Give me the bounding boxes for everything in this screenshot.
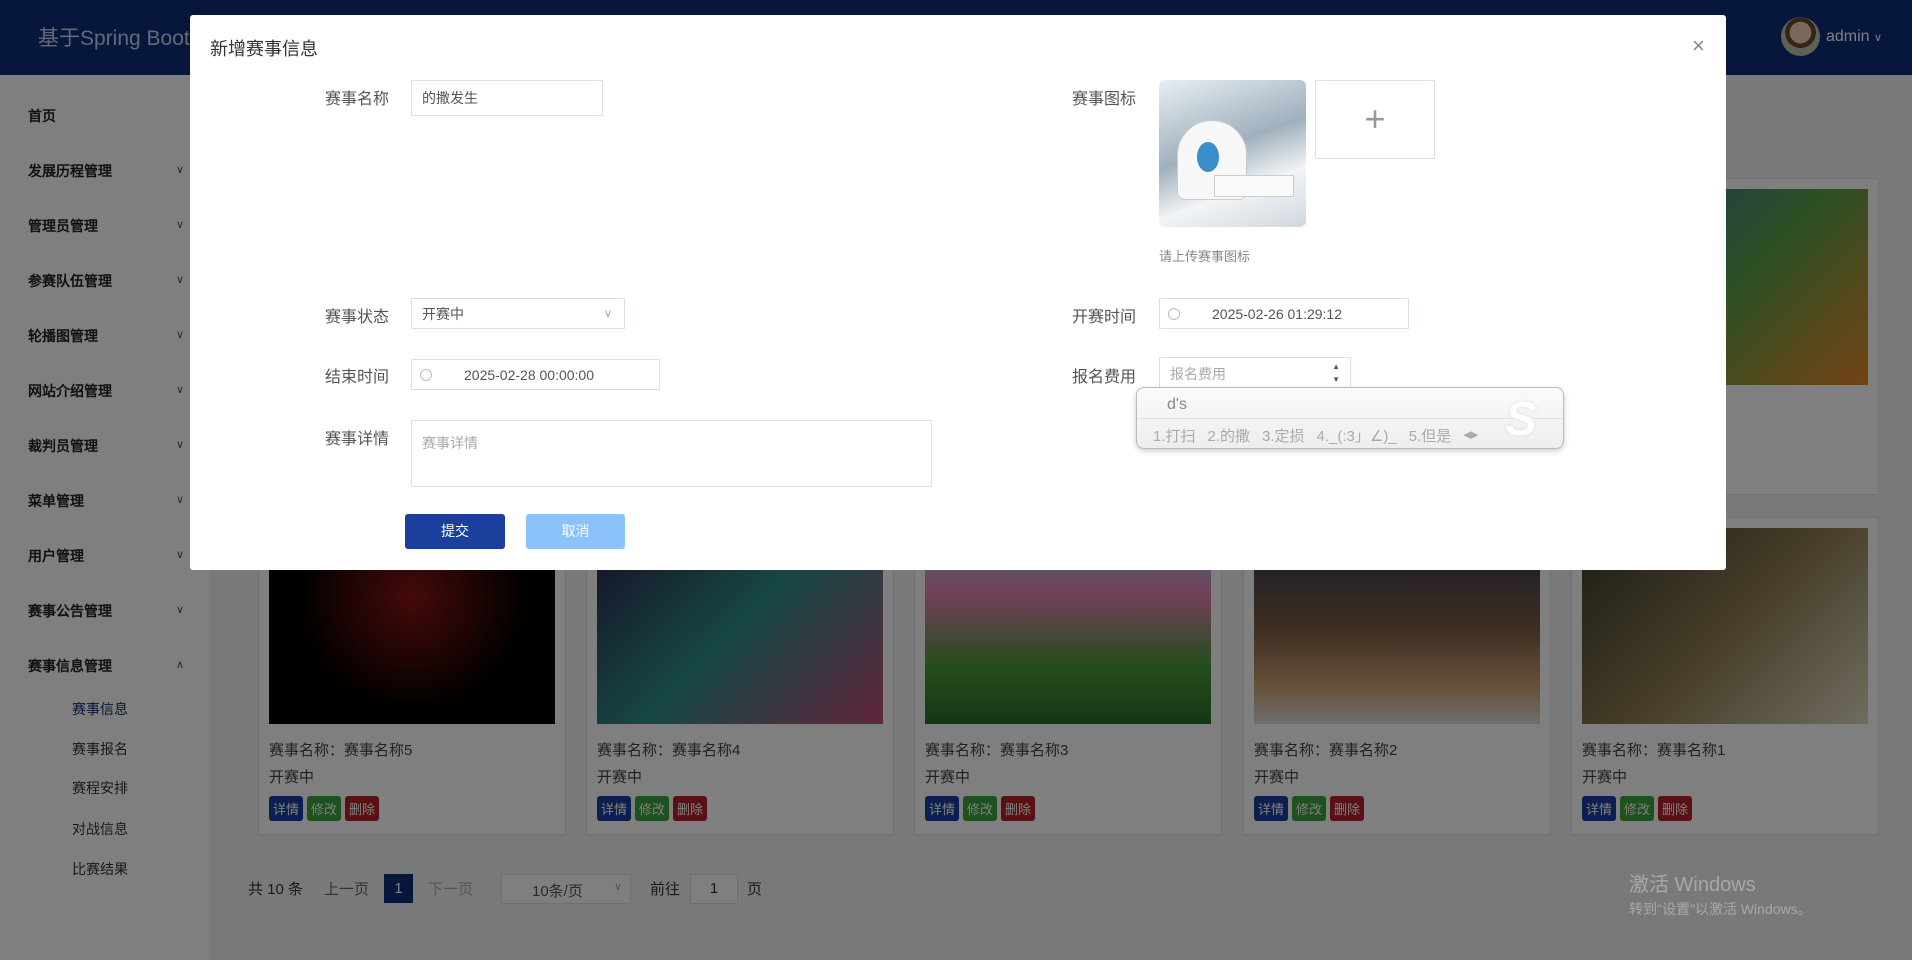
name-label: 赛事名称: [325, 85, 389, 109]
chevron-down-icon: ∨: [604, 307, 612, 320]
ime-candidate[interactable]: 5.但是: [1409, 425, 1452, 446]
fee-label: 报名费用: [1072, 363, 1136, 387]
uploaded-icon-image[interactable]: [1159, 80, 1306, 227]
upload-plus-button[interactable]: +: [1315, 80, 1435, 159]
clock-icon: [1168, 308, 1180, 320]
ime-page-arrows-icon[interactable]: ◂▸: [1463, 425, 1478, 446]
fee-placeholder: 报名费用: [1170, 364, 1226, 384]
ime-composition: d's: [1167, 396, 1187, 414]
status-label: 赛事状态: [325, 303, 389, 327]
detail-placeholder: 赛事详情: [422, 433, 478, 453]
clock-icon: [420, 369, 432, 381]
icon-hint: 请上传赛事图标: [1159, 246, 1250, 265]
detail-textarea[interactable]: 赛事详情: [411, 420, 932, 487]
start-time-picker[interactable]: 2025-02-26 01:29:12: [1159, 298, 1409, 329]
end-time-label: 结束时间: [325, 363, 389, 387]
status-value: 开赛中: [422, 304, 464, 324]
ime-candidates: 1.打扫 2.的撒 3.定损 4._(:3」∠)_ 5.但是 ◂▸: [1153, 425, 1478, 446]
submit-button[interactable]: 提交: [405, 514, 505, 549]
dialog-title: 新增赛事信息: [210, 35, 318, 61]
ime-candidate[interactable]: 2.的撒: [1208, 425, 1251, 446]
start-time-label: 开赛时间: [1072, 303, 1136, 327]
detail-label: 赛事详情: [325, 425, 389, 449]
event-name-value: 的撒发生: [422, 88, 478, 108]
stepper-icon[interactable]: ▲▼: [1332, 360, 1340, 386]
start-time-value: 2025-02-26 01:29:12: [1212, 306, 1342, 322]
fee-input[interactable]: 报名费用 ▲▼: [1159, 357, 1351, 390]
icon-label: 赛事图标: [1072, 85, 1136, 109]
end-time-picker[interactable]: 2025-02-28 00:00:00: [411, 359, 660, 390]
ime-candidate[interactable]: 4._(:3」∠)_: [1317, 425, 1397, 446]
status-select[interactable]: 开赛中 ∨: [411, 298, 625, 329]
close-icon[interactable]: ×: [1692, 33, 1705, 59]
ime-candidate-popup: d's 1.打扫 2.的撒 3.定损 4._(:3」∠)_ 5.但是 ◂▸ S: [1136, 387, 1564, 449]
windows-watermark: 激活 Windows 转到"设置"以激活 Windows。: [1629, 868, 1812, 919]
ime-candidate[interactable]: 1.打扫: [1153, 425, 1196, 446]
end-time-value: 2025-02-28 00:00:00: [464, 367, 594, 383]
watermark-line1: 激活 Windows: [1629, 868, 1812, 897]
cancel-button[interactable]: 取消: [526, 514, 625, 549]
sogou-logo-icon: S: [1505, 392, 1555, 442]
event-name-input[interactable]: 的撒发生: [411, 80, 603, 116]
ime-candidate[interactable]: 3.定损: [1262, 425, 1305, 446]
watermark-line2: 转到"设置"以激活 Windows。: [1629, 899, 1812, 919]
add-event-dialog: 新增赛事信息 × 赛事名称 的撒发生 赛事图标 + 请上传赛事图标 赛事状态 开…: [190, 15, 1726, 570]
